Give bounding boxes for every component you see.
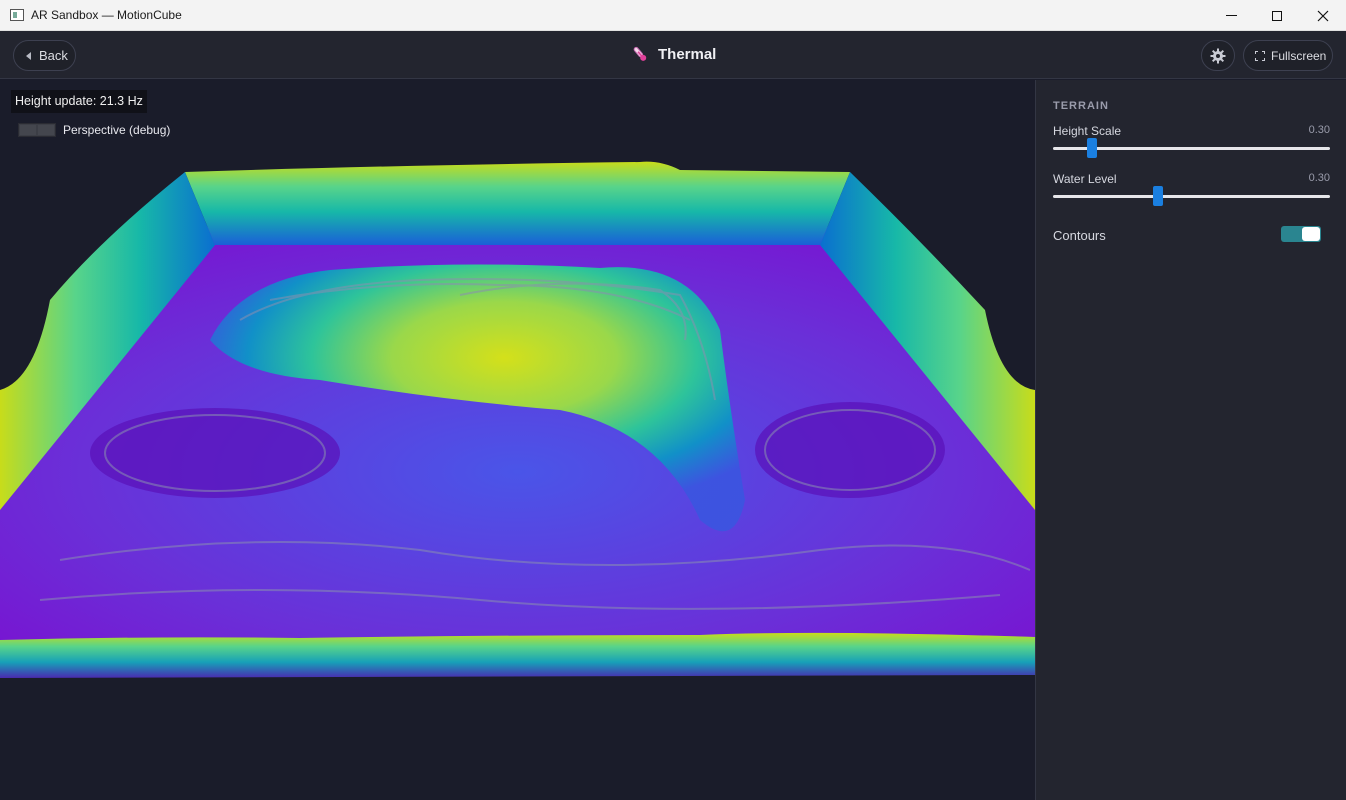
height-scale-value: 0.30	[1308, 124, 1330, 136]
height-update-rate: Height update: 21.3 Hz	[11, 90, 147, 113]
page-title-text: Thermal	[658, 45, 717, 63]
back-label: Back	[39, 48, 68, 63]
maximize-icon	[1272, 10, 1282, 21]
maximize-button[interactable]	[1254, 0, 1300, 31]
minimize-button[interactable]	[1208, 0, 1254, 31]
contours-row: Contours	[1053, 226, 1321, 246]
thermometer-icon	[633, 46, 647, 61]
perspective-debug-toggle[interactable]	[18, 123, 56, 137]
contours-toggle[interactable]	[1281, 226, 1321, 242]
window-title: AR Sandbox — MotionCube	[31, 8, 182, 22]
settings-button[interactable]	[1201, 40, 1235, 71]
window-app-icon	[10, 9, 24, 21]
gear-icon	[1210, 48, 1226, 63]
fullscreen-icon	[1255, 50, 1265, 61]
water-level-label: Water Level	[1053, 172, 1117, 186]
terrain-back-wall	[185, 161, 850, 245]
terrain-basin-left	[90, 408, 340, 498]
terrain-front-wall	[0, 632, 1035, 678]
fullscreen-label: Fullscreen	[1271, 48, 1327, 63]
window-titlebar: AR Sandbox — MotionCube	[0, 0, 1346, 31]
perspective-debug-label: Perspective (debug)	[63, 123, 171, 137]
terrain-section-label: TERRAIN	[1053, 100, 1109, 112]
terrain-viewport[interactable]: Height update: 21.3 Hz Perspective (debu…	[0, 80, 1035, 800]
minimize-icon	[1225, 15, 1237, 16]
terrain-render[interactable]	[0, 80, 1035, 800]
close-button[interactable]	[1300, 0, 1346, 31]
back-button[interactable]: Back	[13, 40, 76, 71]
back-arrow-icon	[26, 51, 31, 60]
settings-panel: TERRAIN Height Scale 0.30 Water Level 0.…	[1035, 80, 1346, 800]
water-level-track[interactable]	[1053, 195, 1330, 198]
terrain-basin-right	[755, 402, 945, 498]
close-icon	[1317, 10, 1329, 21]
water-level-slider[interactable]	[1153, 186, 1163, 206]
water-level-value: 0.30	[1308, 172, 1330, 184]
page-title: Thermal	[632, 45, 716, 63]
contours-label: Contours	[1053, 228, 1106, 243]
fullscreen-button[interactable]: Fullscreen	[1243, 40, 1333, 71]
app-header: Back Thermal Fullscreen	[0, 31, 1346, 79]
height-scale-slider[interactable]	[1087, 138, 1097, 158]
perspective-debug-row[interactable]: Perspective (debug)	[18, 123, 170, 137]
height-scale-label: Height Scale	[1053, 124, 1122, 138]
